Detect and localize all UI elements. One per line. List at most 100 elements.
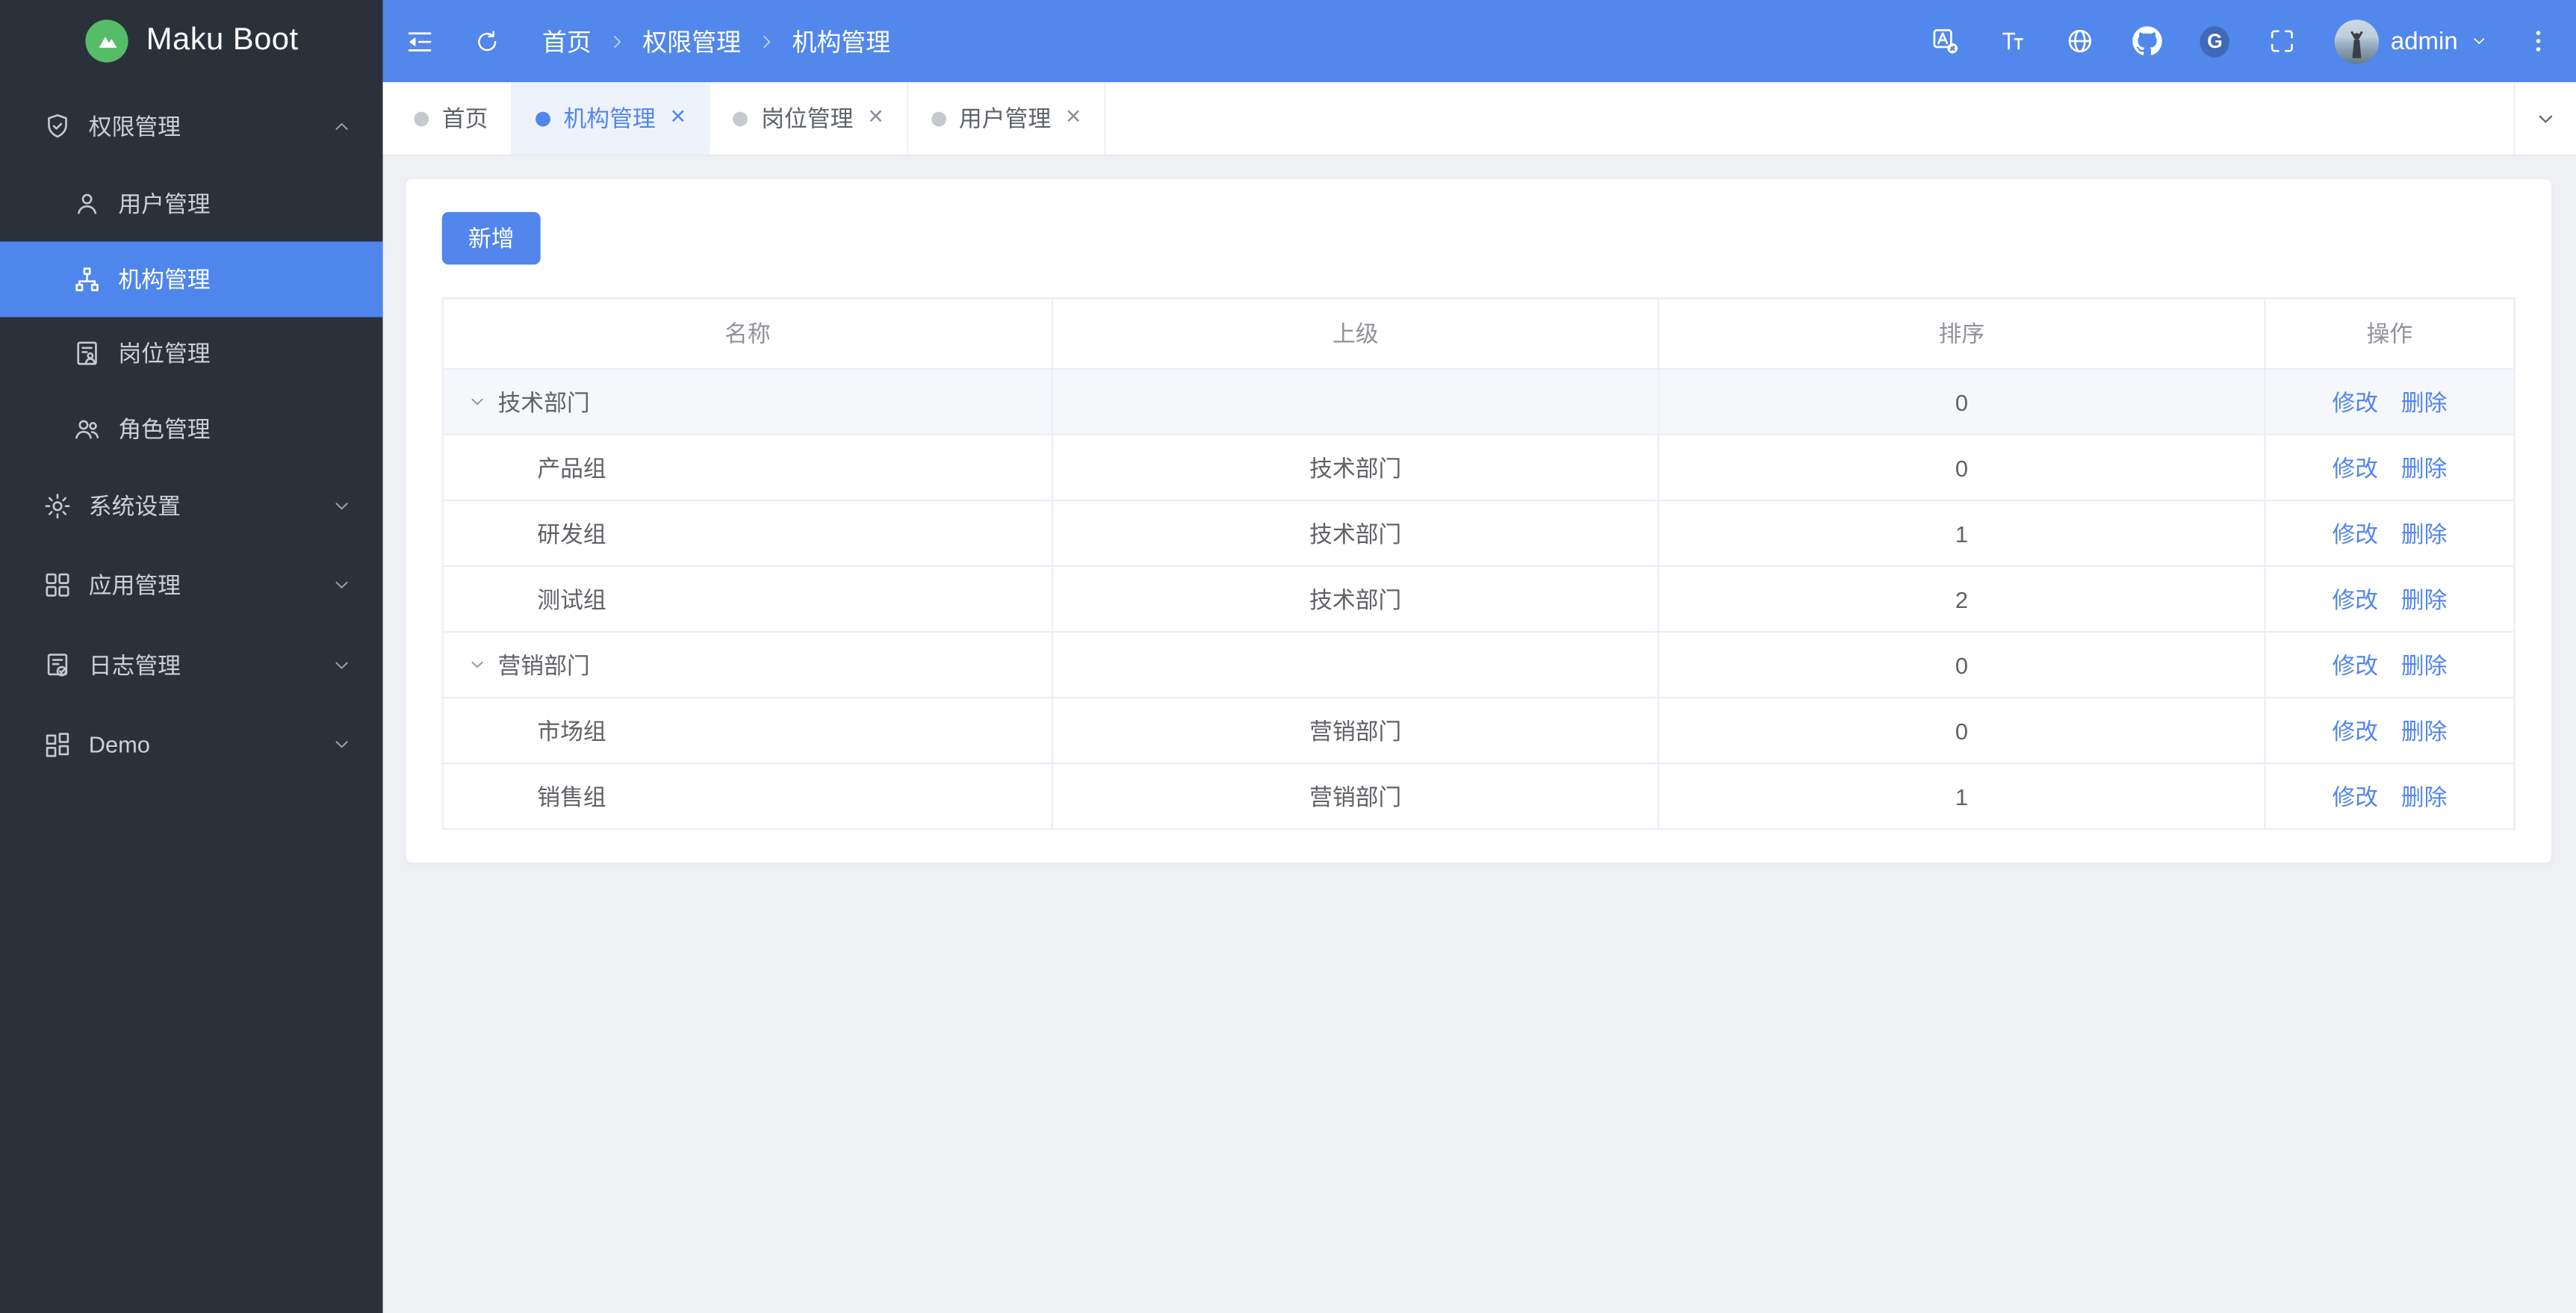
delete-link[interactable]: 删除 <box>2401 388 2448 415</box>
delete-link[interactable]: 删除 <box>2401 520 2448 546</box>
tree-node: 研发组 <box>467 517 1050 550</box>
tab-dot-icon <box>414 111 429 126</box>
edit-link[interactable]: 修改 <box>2332 454 2378 480</box>
chevron-up-icon <box>330 116 353 139</box>
sidebar-item-0-3[interactable]: 角色管理 <box>0 391 383 466</box>
edit-link[interactable]: 修改 <box>2332 586 2378 612</box>
header-actions: G admin <box>1931 19 2553 63</box>
tab-3[interactable]: 用户管理 × <box>908 82 1106 155</box>
sidebar-menu: 权限管理用户管理机构管理 岗位管理角色管理系统设置应用管理 日志管理 Demo <box>0 87 383 785</box>
org-name: 市场组 <box>537 717 606 744</box>
gitee-icon[interactable]: G <box>2200 25 2230 57</box>
sidebar-item-0-2[interactable]: 岗位管理 <box>0 317 383 391</box>
sidebar-group-2[interactable]: 应用管理 <box>0 545 383 625</box>
delete-link[interactable]: 删除 <box>2401 717 2448 743</box>
sidebar-group-3[interactable]: 日志管理 <box>0 625 383 705</box>
user-menu[interactable]: admin <box>2335 19 2489 63</box>
font-size-icon[interactable] <box>1998 26 2028 56</box>
app-logo[interactable]: Maku Boot <box>0 0 383 82</box>
actions-cell: 修改 删除 <box>2264 565 2516 633</box>
table-col-header: 上级 <box>1051 297 1660 370</box>
tab-2[interactable]: 岗位管理 × <box>710 82 908 155</box>
sidebar-group-4[interactable]: Demo <box>0 705 383 785</box>
org-name: 营销部门 <box>497 651 590 678</box>
kebab-menu-icon[interactable] <box>2524 26 2554 56</box>
chevron-right-icon <box>756 31 778 52</box>
breadcrumb-item[interactable]: 权限管理 <box>642 24 741 58</box>
parent-cell: 营销部门 <box>1051 696 1660 765</box>
sort-cell: 2 <box>1657 565 2266 633</box>
table-body: 技术部门 0 修改 删除 产品组 技术部门 0 修改 删除 研发组 技术部门 1 修改 删除 测试组 技术部门… <box>441 367 2516 831</box>
table-row: 技术部门 0 修改 删除 <box>441 367 2516 436</box>
tree-node: 测试组 <box>467 583 1050 615</box>
github-icon[interactable] <box>2132 26 2163 56</box>
tab-dot-icon <box>931 111 946 126</box>
edit-link[interactable]: 修改 <box>2332 717 2378 743</box>
tab-close-icon[interactable]: × <box>1066 105 1081 131</box>
content-card: 新增 名称 上级 排序 操作 技术部门 0 修改 删除 产品组 技术部门 0 修改 删除 研发组 技术部门… <box>406 179 2552 863</box>
org-name: 测试组 <box>537 586 606 612</box>
tab-options-button[interactable] <box>2513 82 2576 155</box>
chevron-right-icon <box>606 31 628 52</box>
sidebar-group-label: 权限管理 <box>88 114 181 140</box>
sidebar-item-0-1[interactable]: 机构管理 <box>0 241 383 317</box>
org-name: 产品组 <box>537 454 606 481</box>
refresh-icon[interactable] <box>474 27 501 55</box>
translate-icon[interactable] <box>1931 26 1961 56</box>
name-cell: 研发组 <box>441 499 1054 568</box>
parent-cell: 技术部门 <box>1051 499 1660 568</box>
fullscreen-icon[interactable] <box>2268 26 2297 56</box>
name-cell: 营销部门 <box>441 630 1054 699</box>
tree-node: 销售组 <box>467 780 1050 813</box>
sidebar-group-1[interactable]: 系统设置 <box>0 466 383 546</box>
chevron-down-icon[interactable] <box>467 654 488 676</box>
tab-label: 首页 <box>441 105 488 132</box>
globe-icon[interactable] <box>2065 26 2095 56</box>
edit-link[interactable]: 修改 <box>2332 520 2378 546</box>
chevron-down-icon <box>330 733 353 757</box>
tree-node: 技术部门 <box>467 385 1050 418</box>
sidebar-group-0[interactable]: 权限管理 <box>0 87 383 167</box>
tab-1[interactable]: 机构管理 × <box>512 82 711 155</box>
sidebar-group-label: 系统设置 <box>88 492 181 519</box>
actions-cell: 修改 删除 <box>2264 499 2516 568</box>
sidebar-item-label: 角色管理 <box>118 415 211 442</box>
sidebar-item-0-0[interactable]: 用户管理 <box>0 167 383 241</box>
name-cell: 销售组 <box>441 762 1054 831</box>
edit-link[interactable]: 修改 <box>2332 783 2378 809</box>
parent-cell <box>1051 630 1660 699</box>
table-col-header: 操作 <box>2264 297 2516 370</box>
actions-cell: 修改 删除 <box>2264 762 2516 831</box>
fold-menu-icon[interactable] <box>404 25 435 57</box>
add-button[interactable]: 新增 <box>441 211 541 265</box>
tree-node: 营销部门 <box>467 648 1050 681</box>
log-icon <box>43 651 72 680</box>
chevron-down-icon <box>330 574 353 597</box>
delete-link[interactable]: 删除 <box>2401 454 2448 480</box>
delete-link[interactable]: 删除 <box>2401 651 2448 677</box>
delete-link[interactable]: 删除 <box>2401 586 2448 612</box>
parent-cell: 技术部门 <box>1051 433 1660 502</box>
parent-cell: 营销部门 <box>1051 762 1660 831</box>
org-name: 研发组 <box>537 520 606 547</box>
tab-label: 岗位管理 <box>761 105 854 132</box>
delete-link[interactable]: 删除 <box>2401 783 2448 809</box>
actions-cell: 修改 删除 <box>2264 630 2516 699</box>
chevron-down-icon[interactable] <box>467 391 488 413</box>
breadcrumb-item[interactable]: 机构管理 <box>792 24 890 58</box>
tab-close-icon[interactable]: × <box>868 105 884 131</box>
breadcrumb-item[interactable]: 首页 <box>542 24 592 58</box>
tab-label: 用户管理 <box>958 105 1052 132</box>
name-cell: 测试组 <box>441 565 1054 633</box>
sort-cell: 0 <box>1657 433 2266 502</box>
top-bar: 首页 权限管理 机构管理 G admin <box>382 0 2576 83</box>
edit-link[interactable]: 修改 <box>2332 651 2378 677</box>
sidebar-item-label: 用户管理 <box>118 190 211 217</box>
tree-node: 市场组 <box>467 714 1050 747</box>
app-root: Maku Boot 权限管理 用户管理 机构管理 岗位管理 角色管理 系统设置 应用管理 日志… <box>0 0 2576 1313</box>
chevron-down-icon <box>2533 106 2558 131</box>
breadcrumb: 首页 权限管理 机构管理 <box>542 24 890 58</box>
tab-close-icon[interactable]: × <box>670 105 686 131</box>
edit-link[interactable]: 修改 <box>2332 388 2378 415</box>
tab-0[interactable]: 首页 <box>391 82 513 155</box>
